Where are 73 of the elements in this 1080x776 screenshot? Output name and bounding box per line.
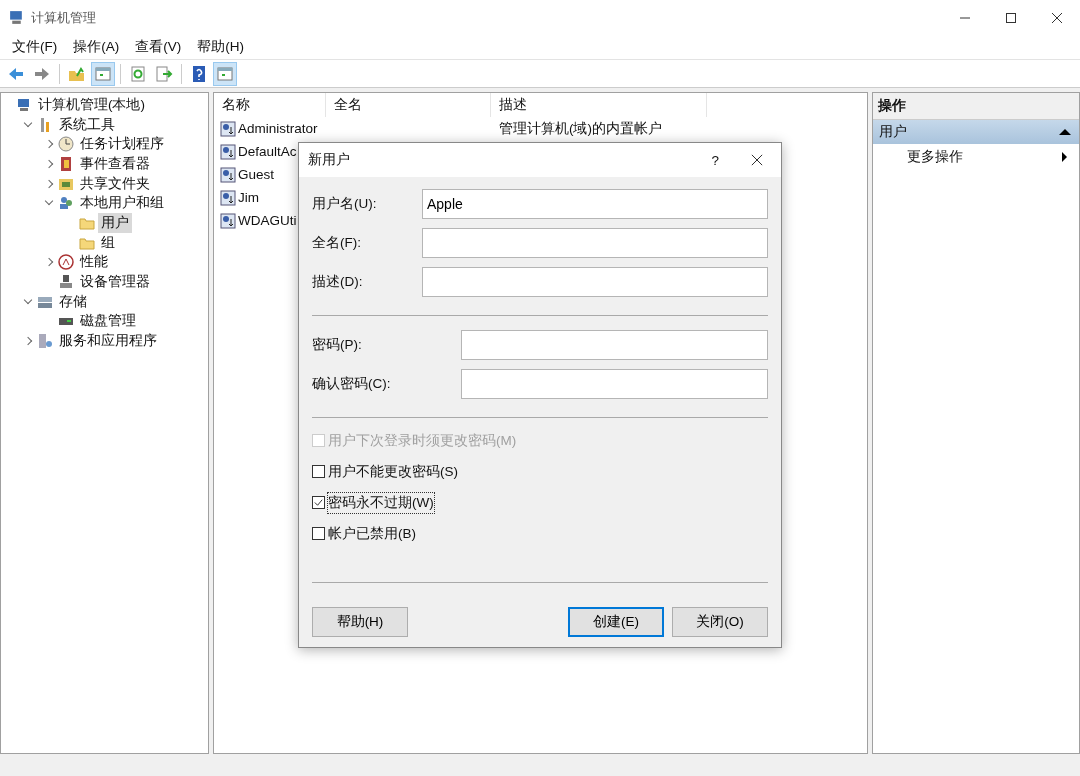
checkbox-label[interactable]: 帐户已禁用(B) xyxy=(327,522,417,545)
device-icon xyxy=(58,274,74,291)
input-field[interactable]: Apple xyxy=(422,189,768,219)
collapse-icon[interactable] xyxy=(1059,129,1071,135)
column-header[interactable]: 全名 xyxy=(326,93,491,117)
dialog-title: 新用户 xyxy=(308,151,350,169)
table-cell-text: 管理计算机(域)的内置帐户 xyxy=(498,119,663,138)
checkbox[interactable] xyxy=(312,465,325,478)
tree-item[interactable]: 性能 xyxy=(77,252,111,273)
input-field[interactable] xyxy=(422,267,768,297)
users-icon xyxy=(58,195,74,212)
actions-header: 操作 xyxy=(873,93,1079,120)
user-icon xyxy=(220,212,236,229)
field-label: 全名(F): xyxy=(312,234,361,252)
checkbox[interactable] xyxy=(312,527,325,540)
tree-item[interactable]: 组 xyxy=(98,232,118,253)
tree-item[interactable]: 磁盘管理 xyxy=(77,311,139,332)
tree-item[interactable]: 系统工具 xyxy=(56,114,118,135)
gauge-icon xyxy=(58,254,74,271)
actions-section[interactable]: 用户 xyxy=(873,120,1079,144)
window-icon xyxy=(94,64,112,83)
list-item[interactable]: Administrator xyxy=(238,121,318,136)
dialog-button[interactable]: 帮助(H) xyxy=(312,607,408,637)
computer-icon xyxy=(16,96,32,113)
server-icon xyxy=(37,333,53,350)
tree-item[interactable]: 共享文件夹 xyxy=(77,173,153,194)
field-label: 密码(P): xyxy=(312,336,362,354)
export-icon xyxy=(155,64,173,83)
tree-item[interactable]: 服务和应用程序 xyxy=(56,331,160,352)
tree-toggle-button[interactable] xyxy=(91,61,115,86)
clock-icon xyxy=(58,136,74,153)
list-item[interactable]: Jim xyxy=(238,190,259,205)
field-label: 描述(D): xyxy=(312,273,363,291)
tree-item[interactable]: 用户 xyxy=(98,212,132,233)
checkbox-label[interactable]: 密码永不过期(W) xyxy=(327,491,435,514)
refresh-icon xyxy=(129,64,147,83)
tree-item[interactable]: 本地用户和组 xyxy=(77,193,167,214)
pane-toggle-button[interactable] xyxy=(213,61,237,86)
tree-item[interactable]: 事件查看器 xyxy=(77,153,153,174)
menu-item[interactable]: 操作(A) xyxy=(65,36,128,58)
help-button[interactable]: ? xyxy=(691,152,739,168)
list-item[interactable]: DefaultAc xyxy=(238,144,297,159)
window-title: 计算机管理 xyxy=(31,8,96,27)
tree-item[interactable]: 设备管理器 xyxy=(77,272,153,293)
input-field[interactable] xyxy=(422,228,768,258)
log-icon xyxy=(58,155,74,172)
menu-item[interactable]: 查看(V) xyxy=(127,36,190,58)
input-field[interactable] xyxy=(461,369,768,399)
tree-item[interactable]: 任务计划程序 xyxy=(77,134,167,155)
menu-item[interactable]: 文件(F) xyxy=(4,36,66,58)
checkbox-label[interactable]: 用户不能更改密码(S) xyxy=(327,460,459,483)
user-icon xyxy=(220,166,236,183)
input-field[interactable] xyxy=(461,330,768,360)
tree-item[interactable]: 计算机管理(本地) xyxy=(35,94,148,115)
checkbox[interactable] xyxy=(312,496,325,509)
list-item[interactable]: Guest xyxy=(238,167,275,182)
column-header[interactable]: 名称 xyxy=(214,93,326,117)
column-header[interactable]: 描述 xyxy=(491,93,707,117)
tree-item[interactable]: 存储 xyxy=(56,291,90,312)
action-item[interactable]: 更多操作 xyxy=(873,144,1079,170)
list-item[interactable]: WDAGUti xyxy=(238,213,297,228)
help-icon xyxy=(190,64,208,83)
user-icon xyxy=(220,143,236,160)
field-label: 确认密码(C): xyxy=(312,375,391,393)
field-label: 用户名(U): xyxy=(312,195,377,213)
dialog-button[interactable]: 关闭(O) xyxy=(672,607,768,637)
computer-icon xyxy=(8,9,25,26)
user-icon xyxy=(220,120,236,137)
user-icon xyxy=(220,189,236,206)
close-icon[interactable] xyxy=(751,154,763,166)
window-icon xyxy=(216,64,234,83)
dialog-button[interactable]: 创建(E) xyxy=(568,607,664,637)
menu-item[interactable]: 帮助(H) xyxy=(189,36,252,58)
